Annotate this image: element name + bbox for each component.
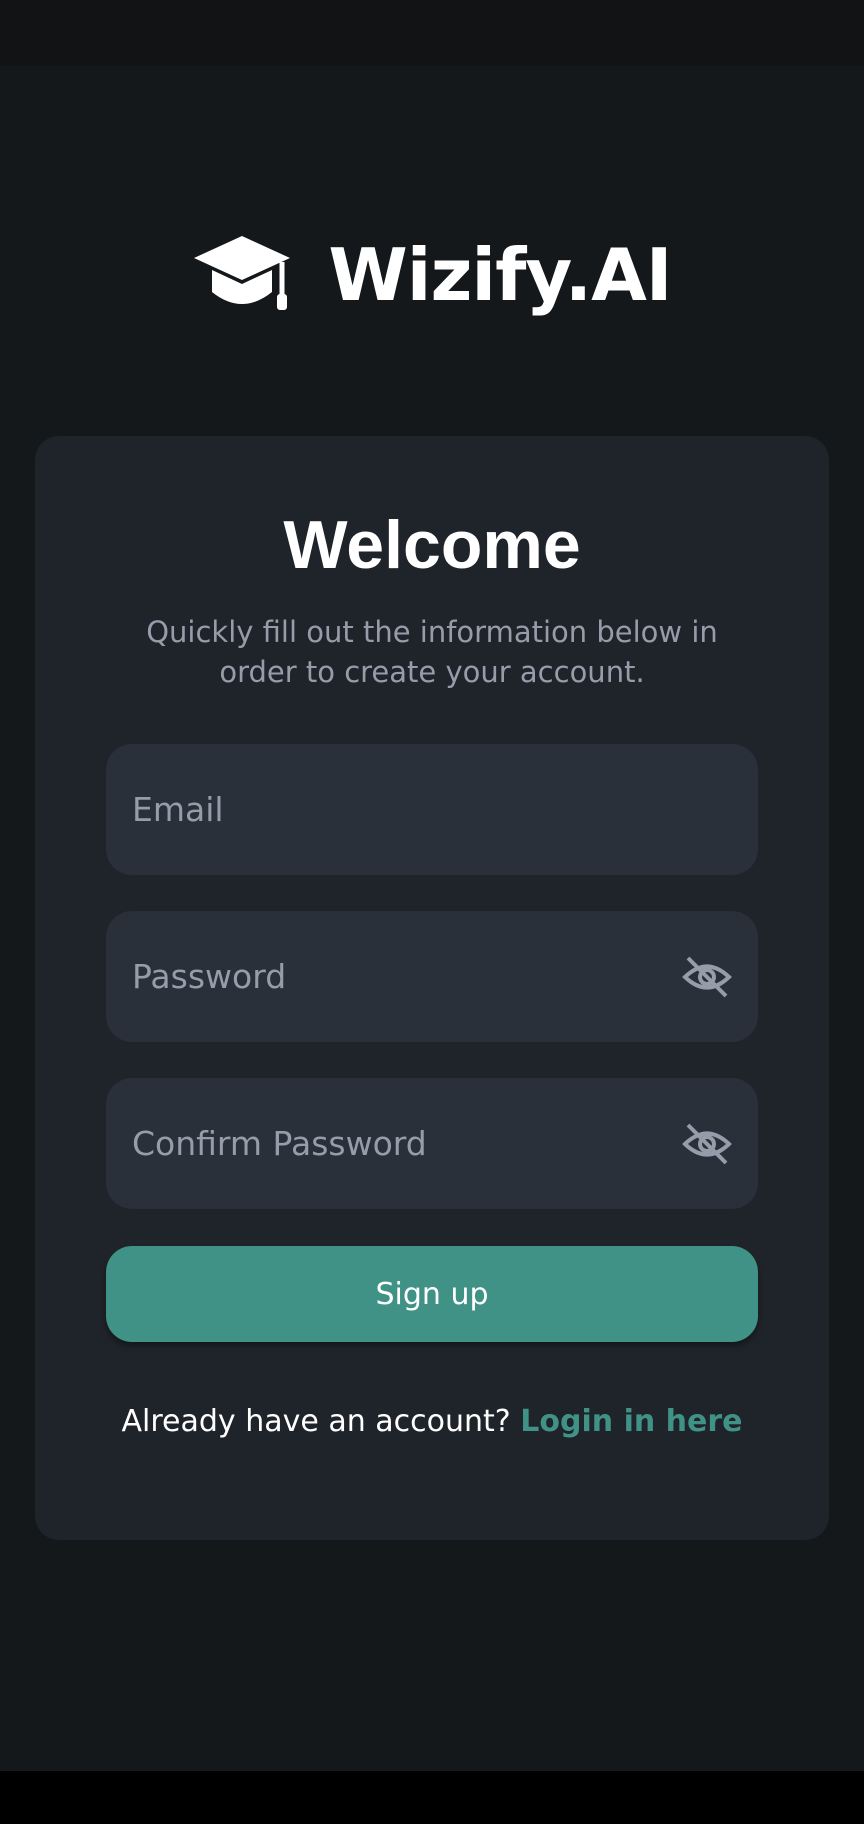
login-prompt: Already have an account? Login in here <box>35 1404 829 1439</box>
status-bar <box>0 0 864 66</box>
login-link[interactable]: Login in here <box>520 1404 742 1439</box>
eye-off-icon[interactable] <box>682 1121 732 1167</box>
page-subtitle: Quickly fill out the information below i… <box>146 615 718 689</box>
email-field[interactable] <box>132 744 652 875</box>
login-prompt-text: Already have an account? <box>121 1404 511 1439</box>
password-field-container <box>106 911 758 1042</box>
page-title: Welcome <box>283 507 581 583</box>
brand-logo: Wizify.AI <box>0 230 864 320</box>
password-field[interactable] <box>132 911 652 1042</box>
navigation-bar <box>0 1771 864 1824</box>
graduation-cap-icon <box>194 236 291 310</box>
confirm-password-field-container <box>106 1078 758 1209</box>
email-field-container <box>106 744 758 875</box>
signup-button[interactable]: Sign up <box>106 1246 758 1342</box>
signup-card: Welcome Quickly fill out the information… <box>35 436 829 1540</box>
eye-off-icon[interactable] <box>682 954 732 1000</box>
confirm-password-field[interactable] <box>132 1078 652 1209</box>
brand-name: Wizify.AI <box>328 233 672 317</box>
